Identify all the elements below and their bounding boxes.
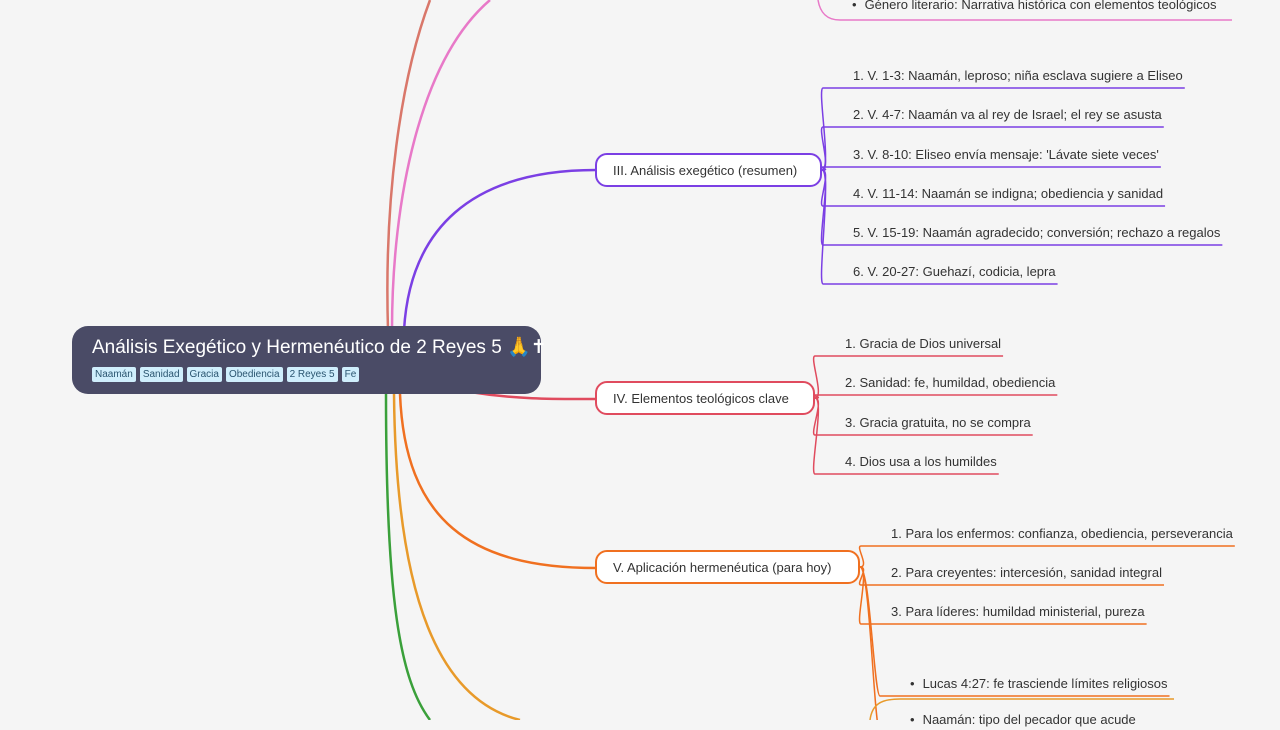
branch-line-pink-top [390,0,491,331]
leaf-connector-top [817,0,841,21]
leaf-text: 2. Para creyentes: intercesión, sanidad … [891,565,1162,580]
leaf-item[interactable]: 1. V. 1-3: Naamán, leproso; niña esclava… [853,66,1183,86]
topic-analisis-exegetico[interactable]: III. Análisis exegético (resumen) [595,153,822,187]
tag[interactable]: Fe [341,367,360,382]
leaf-item[interactable]: 3. Para líderes: humildad ministerial, p… [891,602,1145,622]
leaf-text: 4. Dios usa a los humildes [845,454,997,469]
tag[interactable]: Obediencia [225,367,283,382]
leaf-text: 3. V. 8-10: Eliseo envía mensaje: 'Lávat… [853,147,1159,162]
topic-elementos-teologicos[interactable]: IV. Elementos teológicos clave [595,381,815,415]
leaf-text: 4. V. 11-14: Naamán se indigna; obedienc… [853,186,1164,201]
leaf-text: 1. V. 1-3: Naamán, leproso; niña esclava… [853,68,1183,83]
tag[interactable]: Sanidad [139,367,183,382]
bullet-icon: • [910,676,915,691]
topic-label: V. Aplicación hermenéutica (para hoy) [613,559,832,575]
leaf-naaman-tipo[interactable]: • Naamán: tipo del pecador que acude [910,710,1136,730]
leaf-connector-bottom-1 [869,698,901,720]
leaf-text: 2. V. 4-7: Naamán va al rey de Israel; e… [853,107,1162,122]
root-tags: Naamán Sanidad Gracia Obediencia 2 Reyes… [92,367,521,382]
leaf-text: 6. V. 20-27: Guehazí, codicia, lepra [853,264,1056,279]
leaf-text: Género literario: Narrativa histórica co… [864,0,1217,12]
leaf-lucas[interactable]: • Lucas 4:27: fe trasciende límites relig… [910,674,1168,694]
leaf-item[interactable]: 2. Para creyentes: intercesión, sanidad … [891,563,1162,583]
leaf-item[interactable]: 5. V. 15-19: Naamán agradecido; conversi… [853,223,1220,243]
leaf-item[interactable]: 3. V. 8-10: Eliseo envía mensaje: 'Lávat… [853,145,1159,165]
topic-label: IV. Elementos teológicos clave [613,390,789,406]
leaf-genero-literario[interactable]: • Género literario: Narrativa histórica c… [852,0,1216,15]
leaf-text: 5. V. 15-19: Naamán agradecido; conversi… [853,225,1221,240]
branch-line-aplicacion [398,393,597,570]
bullet-icon: • [910,712,915,727]
leaf-text: 3. Para líderes: humildad ministerial, p… [891,604,1145,619]
tag[interactable]: Naamán [92,367,136,382]
leaf-item[interactable]: 1. Gracia de Dios universal [845,334,1001,354]
leaf-connector [858,545,865,568]
leaf-item[interactable]: 2. Sanidad: fe, humildad, obediencia [845,373,1055,393]
leaf-text: 1. Gracia de Dios universal [845,336,1002,351]
leaf-item[interactable]: 4. Dios usa a los humildes [845,452,997,472]
leaf-item[interactable]: 6. V. 20-27: Guehazí, codicia, lepra [853,262,1056,282]
root-title: Análisis Exegético y Hermenéutico de 2 R… [92,337,547,358]
tag[interactable]: 2 Reyes 5 [286,367,338,382]
leaf-item[interactable]: 4. V. 11-14: Naamán se indigna; obedienc… [853,184,1163,204]
branch-line-orange-bottom [392,393,521,720]
leaf-item[interactable]: 1. Para los enfermos: confianza, obedien… [891,524,1233,544]
leaf-text: 2. Sanidad: fe, humildad, obediencia [845,375,1056,390]
leaf-item[interactable]: 2. V. 4-7: Naamán va al rey de Israel; e… [853,105,1162,125]
leaf-connector [812,397,820,475]
leaf-text: 1. Para los enfermos: confianza, obedien… [891,526,1233,541]
topic-aplicacion-hermeneutica[interactable]: V. Aplicación hermenéutica (para hoy) [595,550,860,584]
leaf-text: Lucas 4:27: fe trasciende límites religi… [922,676,1168,691]
bullet-icon: • [852,0,857,12]
tag[interactable]: Gracia [186,367,222,382]
topic-label: III. Análisis exegético (resumen) [613,162,798,178]
leaf-text: 3. Gracia gratuita, no se compra [845,415,1031,430]
root-topic[interactable]: Análisis Exegético y Hermenéutico de 2 R… [72,326,547,394]
leaf-item[interactable]: 3. Gracia gratuita, no se compra [845,413,1031,433]
branch-line-exegetico [402,168,597,331]
